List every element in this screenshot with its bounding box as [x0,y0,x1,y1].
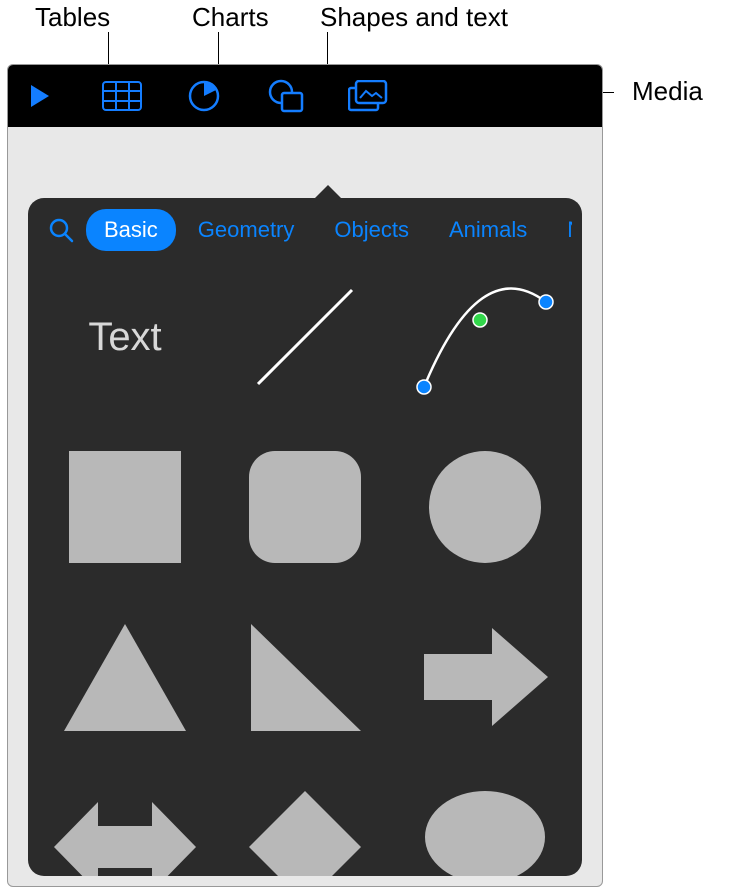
tab-basic[interactable]: Basic [86,209,176,251]
shape-text[interactable]: Text [48,272,202,402]
shape-speech-bubble[interactable] [408,782,562,876]
shape-curve[interactable] [408,272,562,402]
charts-button[interactable] [182,74,226,118]
category-tabs: Basic Geometry Objects Animals Na [86,209,572,251]
shape-right-triangle[interactable] [228,612,382,742]
callout-shapes: Shapes and text [320,2,508,33]
shape-diamond[interactable] [228,782,382,876]
tables-button[interactable] [100,74,144,118]
media-button[interactable] [346,74,390,118]
callout-media: Media [632,76,703,107]
shape-arrow-right[interactable] [408,612,562,742]
shapes-popover: Basic Geometry Objects Animals Na Text [28,198,582,876]
popover-header: Basic Geometry Objects Animals Na [30,198,580,262]
search-button[interactable] [44,213,78,247]
callout-line [327,32,328,64]
text-shape-label: Text [88,315,161,360]
play-button[interactable] [18,74,62,118]
tab-nature[interactable]: Na [549,209,572,251]
callout-line [218,32,219,64]
popover-arrow [314,185,342,199]
callout-charts: Charts [192,2,269,33]
shape-rounded-square[interactable] [228,442,382,572]
tab-objects[interactable]: Objects [316,209,427,251]
shape-line[interactable] [228,272,382,402]
shape-circle[interactable] [408,442,562,572]
shape-triangle[interactable] [48,612,202,742]
search-icon [48,217,74,243]
shape-square[interactable] [48,442,202,572]
shapes-button[interactable] [264,74,308,118]
callout-tables: Tables [35,2,110,33]
tab-geometry[interactable]: Geometry [180,209,313,251]
callout-line [108,32,109,64]
shape-double-arrow[interactable] [48,782,202,876]
toolbar [8,65,602,127]
shapes-grid: Text [30,262,580,876]
tab-animals[interactable]: Animals [431,209,545,251]
app-frame: Basic Geometry Objects Animals Na Text [7,64,603,887]
